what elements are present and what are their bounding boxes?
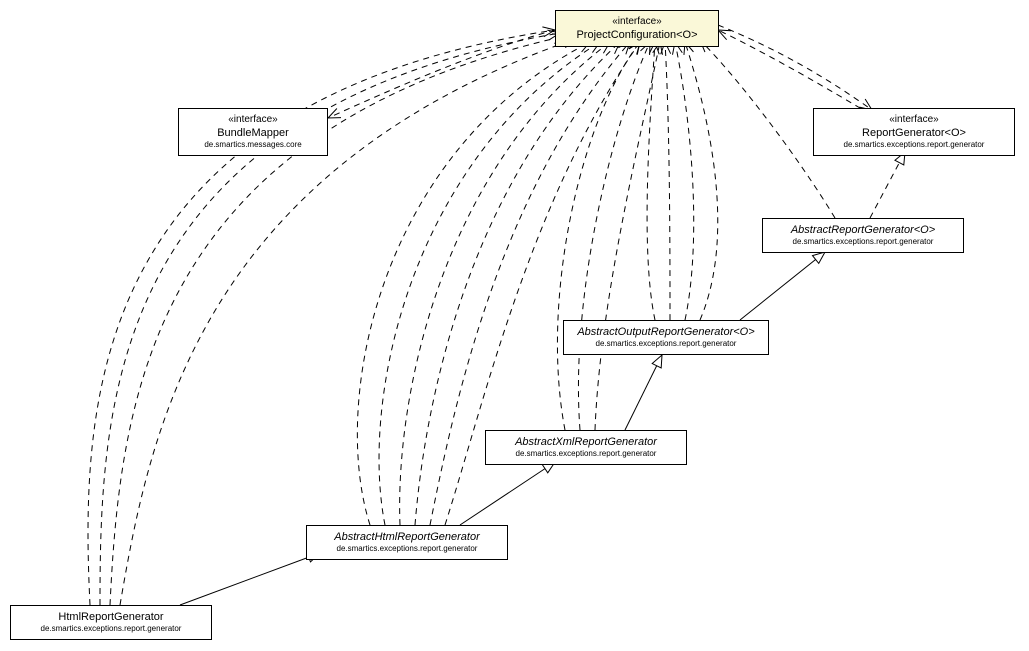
class-name: BundleMapper xyxy=(187,126,319,140)
node-abstract-html-report-generator: AbstractHtmlReportGenerator de.smartics.… xyxy=(306,525,508,560)
node-project-configuration: «interface» ProjectConfiguration<O> xyxy=(555,10,719,47)
node-html-report-generator: HtmlReportGenerator de.smartics.exceptio… xyxy=(10,605,212,640)
package: de.smartics.exceptions.report.generator xyxy=(572,339,760,349)
package: de.smartics.exceptions.report.generator xyxy=(494,449,678,459)
package: de.smartics.exceptions.report.generator xyxy=(19,624,203,634)
package: de.smartics.exceptions.report.generator xyxy=(315,544,499,554)
class-name: AbstractOutputReportGenerator<O> xyxy=(572,325,760,339)
class-name: ProjectConfiguration<O> xyxy=(564,28,710,42)
class-name: AbstractXmlReportGenerator xyxy=(494,435,678,449)
uml-connections xyxy=(0,0,1029,651)
node-abstract-report-generator: AbstractReportGenerator<O> de.smartics.e… xyxy=(762,218,964,253)
package: de.smartics.exceptions.report.generator xyxy=(771,237,955,247)
stereotype: «interface» xyxy=(187,113,319,126)
node-abstract-xml-report-generator: AbstractXmlReportGenerator de.smartics.e… xyxy=(485,430,687,465)
node-bundle-mapper: «interface» BundleMapper de.smartics.mes… xyxy=(178,108,328,156)
package: de.smartics.messages.core xyxy=(187,140,319,150)
class-name: AbstractHtmlReportGenerator xyxy=(315,530,499,544)
node-report-generator: «interface» ReportGenerator<O> de.smarti… xyxy=(813,108,1015,156)
package: de.smartics.exceptions.report.generator xyxy=(822,140,1006,150)
stereotype: «interface» xyxy=(564,15,710,28)
class-name: HtmlReportGenerator xyxy=(19,610,203,624)
stereotype: «interface» xyxy=(822,113,1006,126)
class-name: ReportGenerator<O> xyxy=(822,126,1006,140)
class-name: AbstractReportGenerator<O> xyxy=(771,223,955,237)
node-abstract-output-report-generator: AbstractOutputReportGenerator<O> de.smar… xyxy=(563,320,769,355)
